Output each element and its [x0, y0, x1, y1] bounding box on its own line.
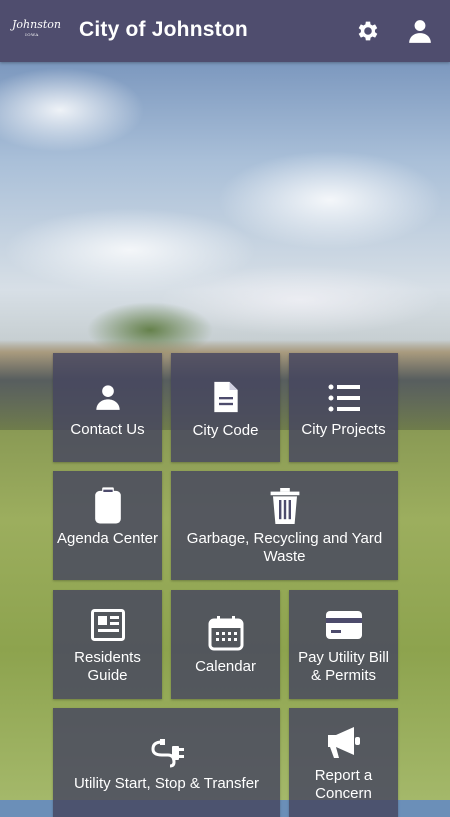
- tile-city-projects[interactable]: City Projects: [289, 353, 398, 462]
- tile-label: Agenda Center: [57, 530, 158, 547]
- tile-pay-utility-bill[interactable]: Pay Utility Bill & Permits: [289, 590, 398, 699]
- tile-label: City Projects: [301, 421, 386, 438]
- tile-contact-us[interactable]: Contact Us: [53, 353, 162, 462]
- calendar-icon: [171, 615, 280, 651]
- tile-utility-start-stop[interactable]: Utility Start, Stop & Transfer: [53, 708, 280, 817]
- megaphone-icon: [289, 725, 398, 759]
- app-bar: Johnston IOWA City of Johnston: [0, 0, 450, 62]
- person-icon: [53, 383, 162, 411]
- gear-icon: [358, 21, 378, 41]
- plug-icon: [53, 738, 280, 768]
- app-title: City of Johnston: [79, 18, 248, 41]
- tile-label: Pay Utility Bill & Permits: [298, 649, 389, 684]
- city-logo: Johnston IOWA: [12, 18, 61, 44]
- user-icon: [409, 20, 431, 43]
- trash-icon: [171, 488, 398, 524]
- newspaper-icon: [53, 609, 162, 641]
- tile-residents-guide[interactable]: Residents Guide: [53, 590, 162, 699]
- list-icon: [289, 384, 398, 412]
- tile-label: Report a Concern: [314, 767, 373, 802]
- tile-city-code[interactable]: City Code: [171, 353, 280, 462]
- credit-card-icon: [289, 611, 398, 639]
- tile-label: Contact Us: [70, 421, 145, 438]
- logo-text: Johnston: [12, 18, 61, 31]
- tile-label: Residents Guide: [74, 649, 141, 684]
- account-button[interactable]: [403, 14, 437, 48]
- logo-subtext: IOWA: [25, 32, 39, 37]
- settings-button[interactable]: [351, 14, 385, 48]
- tile-calendar[interactable]: Calendar: [171, 590, 280, 699]
- tile-label: Garbage, Recycling and Yard Waste: [186, 530, 383, 565]
- tile-label: Utility Start, Stop & Transfer: [73, 775, 260, 792]
- clipboard-icon: [53, 487, 162, 525]
- tile-report-concern[interactable]: Report a Concern: [289, 708, 398, 817]
- document-icon: [171, 379, 280, 415]
- tile-label: City Code: [192, 422, 259, 439]
- tile-garbage-recycling[interactable]: Garbage, Recycling and Yard Waste: [171, 471, 398, 580]
- tile-label: Calendar: [195, 658, 256, 675]
- tile-agenda-center[interactable]: Agenda Center: [53, 471, 162, 580]
